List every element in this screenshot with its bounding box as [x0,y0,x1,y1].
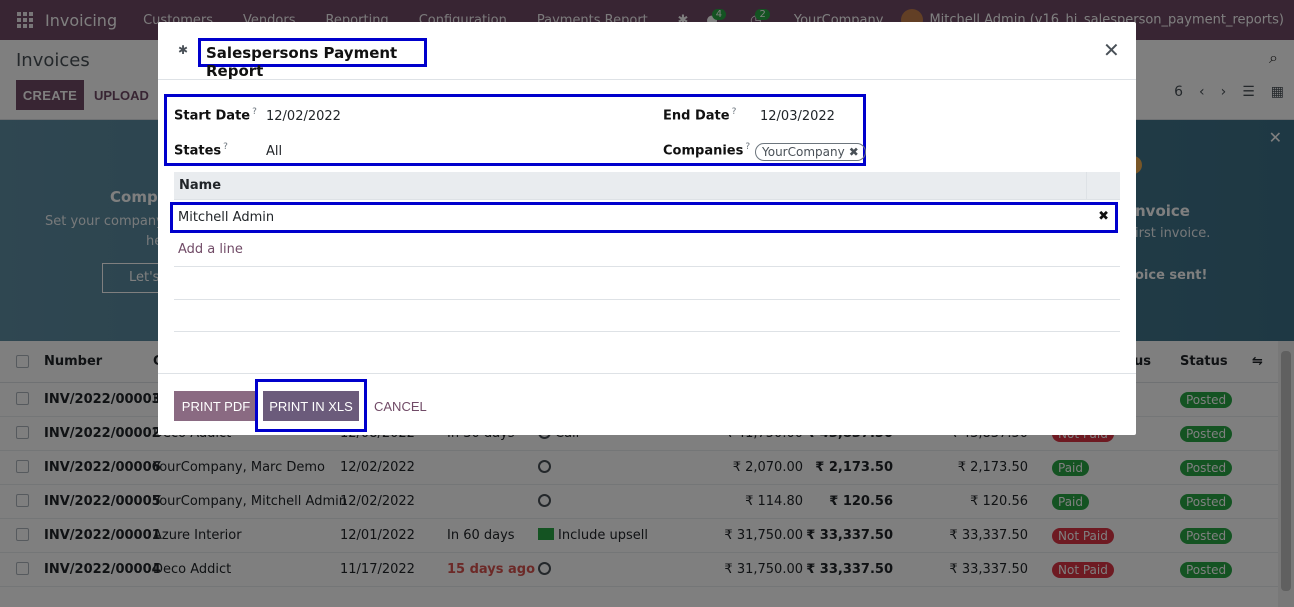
print-pdf-button[interactable]: PRINT PDF [174,391,258,421]
dialog-footer: PRINT PDF PRINT IN XLS CANCEL [158,373,1136,435]
end-date-label: End Date? [663,107,737,124]
start-date-field[interactable]: 12/02/2022 [266,109,341,124]
states-label: States? [174,142,228,159]
print-xls-button[interactable]: PRINT IN XLS [263,391,359,421]
table-divider [174,266,1120,267]
salesperson-table-header: Name [174,172,1120,200]
column-divider [1086,172,1087,200]
column-name[interactable]: Name [179,178,221,193]
dialog-header: ✱ Salespersons Payment Report ✕ [158,22,1136,80]
remove-tag-icon[interactable]: ✖ [849,145,859,159]
close-icon[interactable]: ✕ [1103,38,1120,62]
company-tag-label: YourCompany [762,145,845,159]
help-icon[interactable]: ? [732,107,737,117]
payment-report-dialog: ✱ Salespersons Payment Report ✕ Start Da… [158,22,1136,435]
help-icon[interactable]: ? [223,142,228,152]
start-date-label: Start Date? [174,107,257,124]
help-icon[interactable]: ? [252,107,257,117]
delete-row-icon[interactable]: ✖ [1098,209,1109,224]
states-field[interactable]: All [266,144,282,159]
table-divider [174,299,1120,300]
help-icon[interactable]: ? [745,142,750,152]
table-divider [174,331,1120,332]
salesperson-name[interactable]: Mitchell Admin [178,210,274,225]
company-tag[interactable]: YourCompany ✖ [755,143,866,161]
salesperson-row[interactable]: Mitchell Admin ✖ [170,202,1118,233]
xls-highlight-box: PRINT IN XLS [255,379,367,432]
end-date-field[interactable]: 12/03/2022 [760,109,835,124]
cancel-button[interactable]: CANCEL [374,391,427,421]
companies-label: Companies? [663,142,751,159]
dialog-title: Salespersons Payment Report [198,38,427,80]
add-line-link[interactable]: Add a line [178,242,243,257]
debug-bug-icon[interactable]: ✱ [178,43,188,57]
